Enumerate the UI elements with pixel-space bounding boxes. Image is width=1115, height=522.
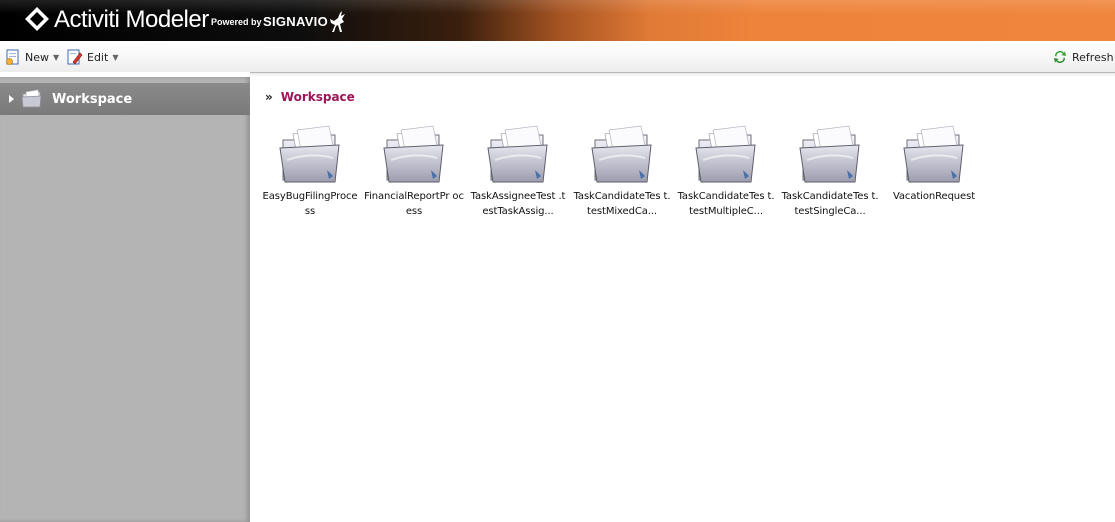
activiti-logo-icon xyxy=(25,7,49,31)
new-document-icon xyxy=(6,49,19,65)
edit-button-label: Edit xyxy=(87,50,109,64)
toolbar: New ▼ Edit ▼ Refresh xyxy=(0,41,1115,73)
folder-item[interactable]: TaskAssigneeTest .testTaskAssig... xyxy=(468,124,568,219)
folder-icon xyxy=(383,125,444,183)
folder-icon xyxy=(21,89,42,108)
app-name: Activiti Modeler xyxy=(54,6,209,33)
new-button[interactable]: New ▼ xyxy=(5,48,59,66)
folder-icon xyxy=(487,125,548,183)
expand-arrow-icon[interactable] xyxy=(9,95,14,103)
sidebar-item-workspace[interactable]: Workspace xyxy=(0,83,250,115)
folder-item[interactable]: TaskCandidateTes t.testMultipleC... xyxy=(676,124,776,219)
folder-icon xyxy=(279,125,340,183)
folder-item[interactable]: FinancialReportPr ocess xyxy=(364,124,464,219)
folder-name: TaskCandidateTes t.testMixedCa... xyxy=(573,191,671,217)
sidebar: Workspace xyxy=(0,77,250,522)
content-top-shadow xyxy=(250,72,1115,77)
brand-name: SIGNAVIO xyxy=(263,14,329,29)
folder-item[interactable]: TaskCandidateTes t.testMixedCa... xyxy=(572,124,672,219)
breadcrumb-separator: » xyxy=(265,90,273,104)
folder-name: TaskCandidateTes t.testSingleCa... xyxy=(781,191,879,217)
folder-item[interactable]: TaskCandidateTes t.testSingleCa... xyxy=(780,124,880,219)
breadcrumb-current[interactable]: Workspace xyxy=(281,90,355,104)
signavio-antelope-icon xyxy=(330,11,345,32)
folder-item[interactable]: VacationRequest xyxy=(884,124,984,204)
chevron-down-icon: ▼ xyxy=(112,52,119,62)
chevron-down-icon: ▼ xyxy=(53,52,60,62)
powered-by-text: Powered by xyxy=(211,17,262,27)
folder-name: TaskAssigneeTest .testTaskAssig... xyxy=(470,191,566,217)
edit-button[interactable]: Edit ▼ xyxy=(67,48,118,66)
folder-item[interactable]: EasyBugFilingProce ss xyxy=(260,124,360,219)
app-header: Activiti Modeler Powered by SIGNAVIO xyxy=(0,0,1115,41)
edit-pencil-icon xyxy=(67,49,83,65)
folder-icon xyxy=(591,125,652,183)
folder-name: TaskCandidateTes t.testMultipleC... xyxy=(677,191,775,217)
folder-icon xyxy=(903,125,964,183)
refresh-icon xyxy=(1054,51,1066,64)
folder-name: EasyBugFilingProce ss xyxy=(262,191,358,217)
folder-icon xyxy=(799,125,860,183)
refresh-button[interactable]: Refresh xyxy=(1052,48,1114,66)
sidebar-item-label: Workspace xyxy=(52,91,133,107)
breadcrumb: » Workspace xyxy=(265,89,355,105)
folder-icon xyxy=(695,125,756,183)
refresh-button-label: Refresh xyxy=(1072,50,1114,64)
new-button-label: New xyxy=(25,50,49,64)
folder-name: FinancialReportPr ocess xyxy=(364,191,464,217)
folder-name: VacationRequest xyxy=(892,191,976,202)
